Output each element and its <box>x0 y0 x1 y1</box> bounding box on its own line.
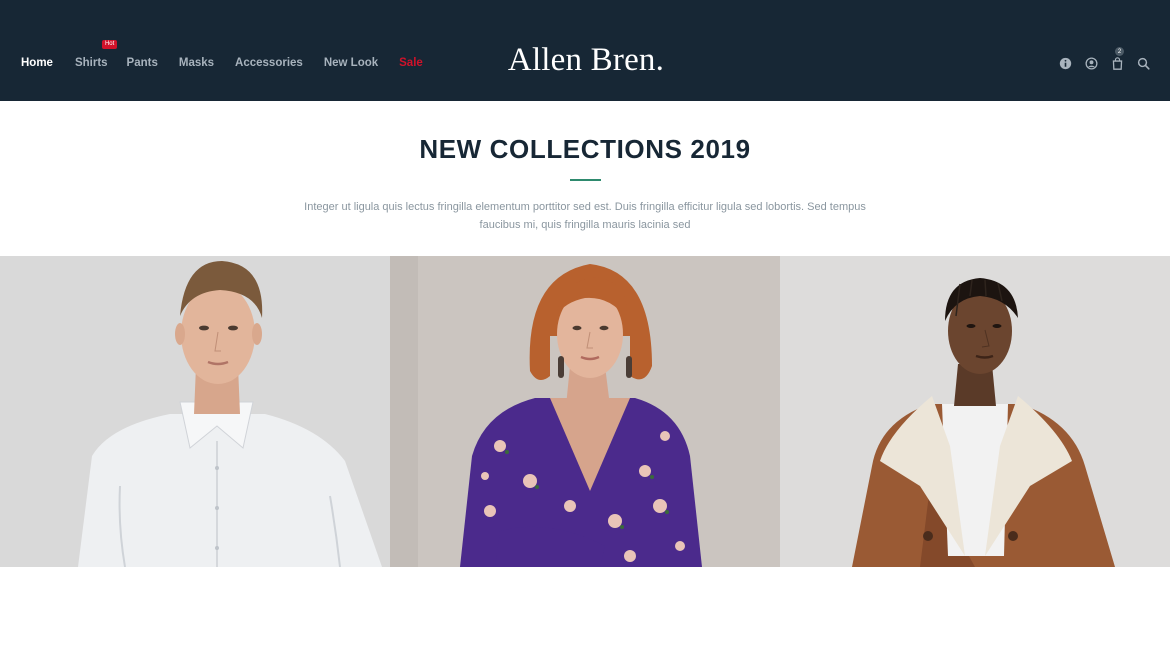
cart-icon[interactable]: 2 <box>1104 47 1130 71</box>
section-title: NEW COLLECTIONS 2019 <box>419 134 751 164</box>
brand-logo[interactable]: Allen Bren. <box>0 42 1170 79</box>
gallery-item-floral-dress[interactable] <box>390 256 780 567</box>
white-shirt-model-image <box>0 256 390 567</box>
section-description: Integer ut ligula quis lectus fringilla … <box>304 201 866 231</box>
gallery-item-shearling-coat[interactable] <box>780 256 1170 567</box>
header-actions: 2 <box>1052 47 1156 71</box>
collection-gallery <box>0 256 1170 567</box>
brand-logo-text: Allen Bren. <box>507 42 665 78</box>
gallery-item-white-shirt[interactable] <box>0 256 390 567</box>
site-header: Home Shirts Hot Pants Masks Accessories … <box>0 0 1170 101</box>
search-icon[interactable] <box>1130 55 1156 71</box>
brown-shearling-coat-model-image <box>780 256 1170 567</box>
title-divider <box>570 179 601 181</box>
purple-floral-dress-model-image <box>390 256 780 567</box>
cart-count-badge: 2 <box>1115 47 1124 56</box>
user-icon[interactable] <box>1078 55 1104 71</box>
info-icon[interactable] <box>1052 55 1078 71</box>
